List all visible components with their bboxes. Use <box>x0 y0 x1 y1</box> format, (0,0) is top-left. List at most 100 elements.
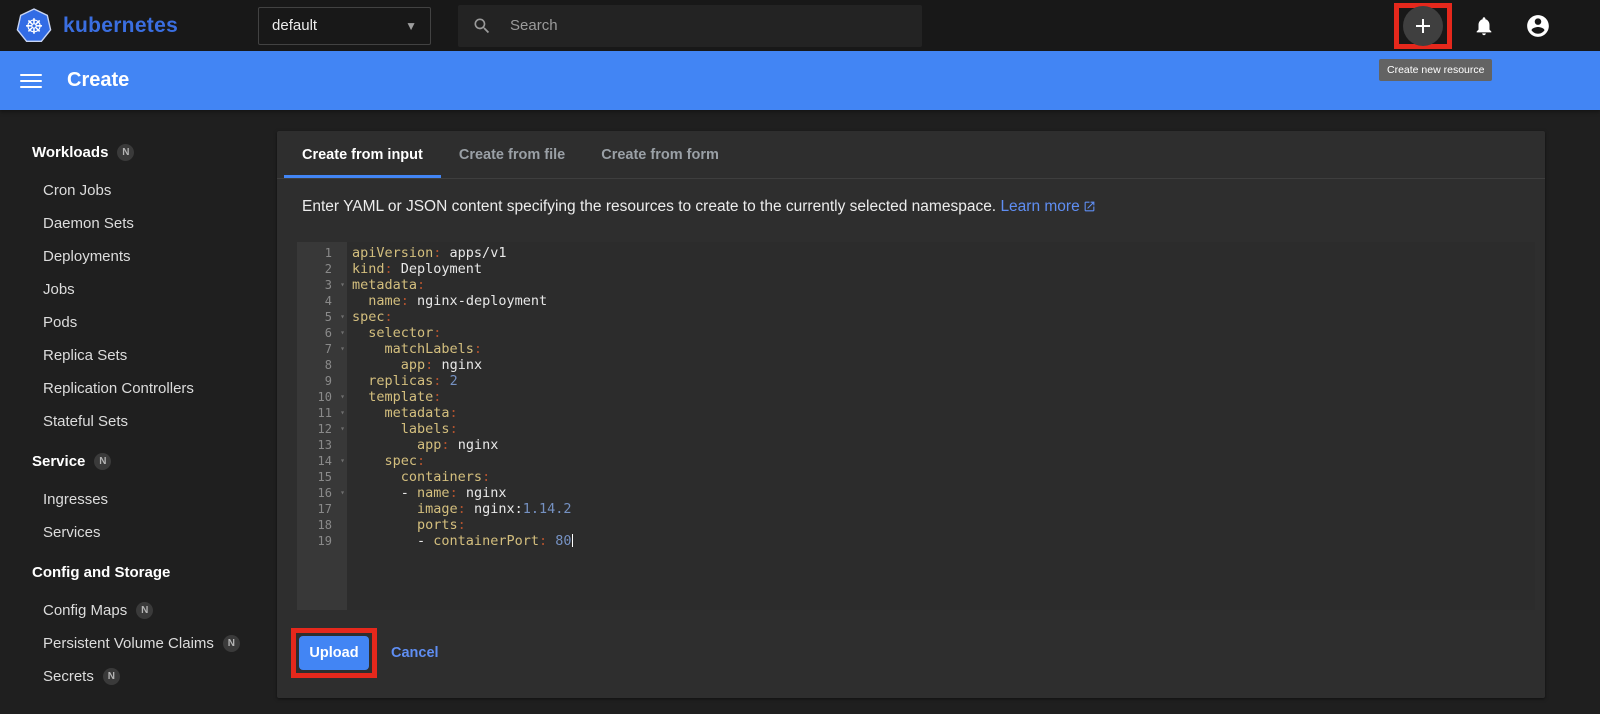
fold-arrow-icon[interactable]: ▾ <box>340 278 345 292</box>
create-new-resource-button[interactable] <box>1403 5 1443 46</box>
fold-arrow-icon[interactable]: ▾ <box>340 454 345 468</box>
kubernetes-helm-icon: ☸ <box>16 7 52 42</box>
plus-icon <box>1416 18 1430 33</box>
item-label: Replica Sets <box>43 347 128 364</box>
page-title: Create <box>67 69 130 91</box>
namespace-value: default <box>272 17 318 34</box>
line-number: 16 ▾ <box>317 486 345 500</box>
section-label: Workloads <box>32 144 109 161</box>
item-label: Config Maps <box>43 602 128 619</box>
sidebar-item-persistent-volume-claims[interactable]: Persistent Volume Claims N <box>0 627 277 660</box>
main-area: Create from input Create from file Create … <box>277 110 1600 714</box>
external-link-icon <box>1083 200 1096 218</box>
learn-more-link[interactable]: Learn more <box>1000 198 1095 215</box>
line-number: 11 ▾ <box>317 406 345 420</box>
sidebar-item-config-maps[interactable]: Config Maps N <box>0 594 277 627</box>
sidebar-item-deployments[interactable]: Deployments <box>0 240 277 273</box>
line-number: 3 ▾ <box>324 278 345 292</box>
code-line: spec: <box>384 453 426 469</box>
line-number: 2 <box>324 262 332 276</box>
logo-wordmark: kubernetes <box>63 13 179 37</box>
new-badge: N <box>94 453 112 470</box>
item-label: Secrets <box>43 668 94 685</box>
tab-create-from-input[interactable]: Create from input <box>284 131 441 178</box>
line-number: 15 <box>317 470 332 484</box>
upload-button[interactable]: Upload <box>299 636 369 670</box>
account-button[interactable] <box>1516 4 1560 48</box>
item-label: Daemon Sets <box>43 215 134 232</box>
sidebar-section-config-and-storage[interactable]: Config and Storage <box>0 556 277 589</box>
menu-icon[interactable] <box>20 73 42 88</box>
notifications-button[interactable] <box>1462 4 1506 48</box>
line-number: 10 ▾ <box>317 390 345 404</box>
code-line: spec: <box>352 309 393 325</box>
annotation-highlight-box: Upload <box>291 628 377 678</box>
search-bar[interactable] <box>458 4 923 47</box>
sidebar-section-service[interactable]: Service N <box>0 445 277 478</box>
item-label: Pods <box>43 314 78 331</box>
code-line: app: nginx <box>400 357 483 373</box>
fold-arrow-icon[interactable]: ▾ <box>340 390 345 404</box>
sidebar-item-secrets[interactable]: Secrets N <box>0 660 277 693</box>
code-line: kind: Deployment <box>352 261 483 277</box>
bell-icon <box>1476 16 1492 35</box>
new-badge: N <box>102 668 120 685</box>
fold-arrow-icon[interactable]: ▾ <box>340 310 345 324</box>
tooltip-create-new-resource: Create new resource <box>1379 59 1493 81</box>
line-number: 18 <box>317 518 332 532</box>
sidebar-item-replication-controllers[interactable]: Replication Controllers <box>0 372 277 405</box>
sidebar-item-jobs[interactable]: Jobs <box>0 273 277 306</box>
topbar-actions <box>1394 2 1600 49</box>
line-number: 19 <box>317 534 332 548</box>
item-label: Ingresses <box>43 491 109 508</box>
search-icon <box>474 18 490 33</box>
search-input[interactable] <box>510 17 909 34</box>
fold-arrow-icon[interactable]: ▾ <box>340 342 345 356</box>
line-number: 7 ▾ <box>324 342 345 356</box>
new-badge: N <box>222 635 240 652</box>
code-line: app: nginx <box>417 437 499 453</box>
item-label: Cron Jobs <box>43 182 112 199</box>
fold-arrow-icon[interactable]: ▾ <box>340 406 345 420</box>
item-label: Deployments <box>43 248 131 265</box>
code-line: metadata: <box>352 277 426 293</box>
sidebar-item-ingresses[interactable]: Ingresses <box>0 483 277 516</box>
tab-create-from-file[interactable]: Create from file <box>441 131 583 178</box>
code-line: containers: <box>400 469 491 485</box>
cancel-button[interactable]: Cancel <box>391 645 439 661</box>
text-cursor <box>571 534 574 547</box>
fold-arrow-icon[interactable]: ▾ <box>340 486 345 500</box>
tab-bar: Create from input Create from file Create … <box>277 131 1545 179</box>
code-line: metadata: <box>384 405 458 421</box>
code-line: - containerPort: 80 <box>417 533 574 549</box>
tab-create-from-form[interactable]: Create from form <box>583 131 737 178</box>
sidebar-nav: Workloads N Cron Jobs Daemon Sets Deployment… <box>0 110 277 714</box>
sidebar-item-stateful-sets[interactable]: Stateful Sets <box>0 405 277 438</box>
new-badge: N <box>136 602 154 619</box>
chevron-down-icon: ▼ <box>405 18 418 33</box>
code-line: replicas: 2 <box>368 373 458 389</box>
top-bar: ☸ kubernetes default ▼ <box>0 0 1600 51</box>
sidebar-item-daemon-sets[interactable]: Daemon Sets <box>0 207 277 240</box>
sidebar-section-workloads[interactable]: Workloads N <box>0 136 277 169</box>
namespace-selector[interactable]: default ▼ <box>258 6 432 45</box>
code-line: image: nginx:1.14.2 <box>417 501 572 517</box>
line-number: 6 ▾ <box>324 326 345 340</box>
line-number: 1 <box>324 246 332 260</box>
fold-arrow-icon[interactable]: ▾ <box>340 326 345 340</box>
yaml-editor[interactable]: 1 2 3 ▾ 4 5 ▾ 6 ▾ 7 ▾ 8 9 10 ▾ 11 ▾ 12 ▾ 13 14 ▾ 15 16 ▾ 17 18 19 a… <box>297 242 1535 610</box>
learn-more-label: Learn more <box>1000 198 1080 215</box>
sidebar-item-replica-sets[interactable]: Replica Sets <box>0 339 277 372</box>
kubernetes-logo[interactable]: ☸ kubernetes <box>16 7 179 44</box>
new-badge: N <box>117 144 135 161</box>
section-label: Service <box>32 453 86 470</box>
line-number: 12 ▾ <box>317 422 345 436</box>
description-text: Enter YAML or JSON content specifying th… <box>302 198 997 215</box>
sidebar-item-pods[interactable]: Pods <box>0 306 277 339</box>
sidebar-item-cron-jobs[interactable]: Cron Jobs <box>0 174 277 207</box>
sidebar-item-services[interactable]: Services <box>0 516 277 549</box>
fold-arrow-icon[interactable]: ▾ <box>340 422 345 436</box>
code-line: ports: <box>417 517 466 533</box>
line-number: 4 <box>324 294 332 308</box>
content-area: Workloads N Cron Jobs Daemon Sets Deployment… <box>0 110 1600 714</box>
